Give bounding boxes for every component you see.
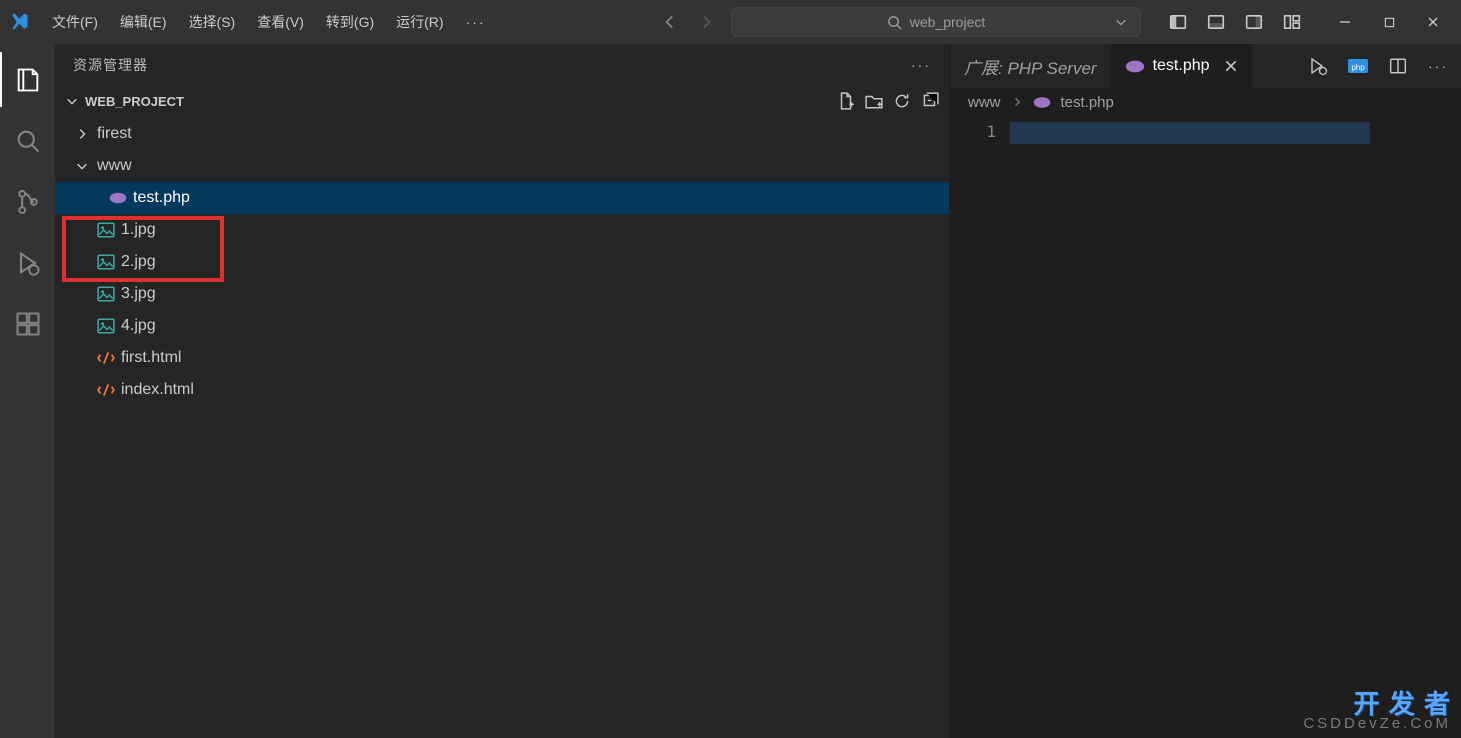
php-file-icon — [109, 189, 127, 207]
search-placeholder-text: web_project — [910, 14, 986, 30]
nav-arrows — [653, 7, 723, 37]
activity-run-debug-icon[interactable] — [0, 235, 55, 290]
html-file-icon — [97, 349, 115, 367]
chevron-down-icon — [1114, 15, 1128, 29]
menu-file[interactable]: 文件(F) — [42, 6, 108, 38]
image-file-icon — [97, 221, 115, 239]
window-maximize-icon[interactable] — [1367, 6, 1411, 38]
window-controls — [1323, 6, 1455, 38]
activity-extensions-icon[interactable] — [0, 296, 55, 351]
explorer-sidebar: 资源管理器 ··· WEB_PROJECT firest — [55, 44, 950, 738]
layout-controls — [1161, 7, 1309, 37]
file-test-php[interactable]: test.php — [55, 182, 949, 214]
editor-body[interactable]: 1 — [950, 116, 1461, 738]
toggle-panel-icon[interactable] — [1199, 7, 1233, 37]
selection-highlight — [1010, 122, 1370, 144]
customize-layout-icon[interactable] — [1275, 7, 1309, 37]
breadcrumb-file[interactable]: test.php — [1061, 94, 1114, 111]
explorer-title: 资源管理器 — [73, 55, 148, 75]
tab-label: test.php — [1153, 57, 1210, 75]
tree-label: 4.jpg — [121, 317, 156, 335]
editor-group: 广展: PHP Server test.php php — [950, 44, 1461, 738]
tree-label: first.html — [121, 349, 181, 367]
line-number: 1 — [950, 122, 996, 141]
split-editor-icon[interactable] — [1381, 49, 1415, 83]
folder-firest[interactable]: firest — [55, 118, 949, 150]
file-2-jpg[interactable]: 2.jpg — [55, 246, 949, 278]
html-file-icon — [97, 381, 115, 399]
folder-www[interactable]: www — [55, 150, 949, 182]
activity-source-control-icon[interactable] — [0, 174, 55, 229]
activity-bar — [0, 44, 55, 738]
new-folder-icon[interactable] — [865, 92, 883, 110]
tree-label: 3.jpg — [121, 285, 156, 303]
menu-goto[interactable]: 转到(G) — [316, 6, 384, 38]
menu-bar: 文件(F) 编辑(E) 选择(S) 查看(V) 转到(G) 运行(R) ··· — [42, 6, 496, 38]
menu-overflow[interactable]: ··· — [456, 8, 496, 36]
file-1-jpg[interactable]: 1.jpg — [55, 214, 949, 246]
tree-label: 2.jpg — [121, 253, 156, 271]
menu-edit[interactable]: 编辑(E) — [110, 6, 177, 38]
file-tree: firest www test.php 1.jpg — [55, 116, 949, 406]
tree-label: test.php — [133, 189, 190, 207]
tree-label: firest — [97, 125, 132, 143]
tree-label: 1.jpg — [121, 221, 156, 239]
window-close-icon[interactable] — [1411, 6, 1455, 38]
file-first-html[interactable]: first.html — [55, 342, 949, 374]
explorer-more-icon[interactable]: ··· — [911, 57, 931, 73]
tab-test-php[interactable]: test.php — [1111, 44, 1253, 88]
chevron-right-icon — [75, 127, 91, 141]
chevron-down-icon — [65, 94, 81, 108]
refresh-icon[interactable] — [893, 92, 911, 110]
tab-close-icon[interactable] — [1224, 59, 1238, 73]
title-bar: 文件(F) 编辑(E) 选择(S) 查看(V) 转到(G) 运行(R) ··· … — [0, 0, 1461, 44]
editor-tabs: 广展: PHP Server test.php php — [950, 44, 1461, 88]
nav-back-icon[interactable] — [653, 7, 687, 37]
vscode-app-icon — [6, 12, 34, 32]
php-file-icon — [1125, 59, 1145, 74]
run-debug-icon[interactable] — [1301, 49, 1335, 83]
tree-label: index.html — [121, 381, 194, 399]
image-file-icon — [97, 317, 115, 335]
breadcrumb[interactable]: www test.php — [950, 88, 1461, 116]
menu-select[interactable]: 选择(S) — [179, 6, 246, 38]
command-center-search[interactable]: web_project — [731, 7, 1141, 37]
image-file-icon — [97, 285, 115, 303]
search-icon — [887, 15, 902, 30]
php-file-icon — [1033, 96, 1051, 109]
collapse-all-icon[interactable] — [921, 92, 939, 110]
extension-tab-label[interactable]: 广展: PHP Server — [950, 44, 1111, 88]
menu-view[interactable]: 查看(V) — [247, 6, 314, 38]
tree-label: www — [97, 157, 132, 175]
activity-search-icon[interactable] — [0, 113, 55, 168]
breadcrumb-www[interactable]: www — [968, 94, 1001, 111]
line-number-gutter: 1 — [950, 116, 1010, 738]
project-name: WEB_PROJECT — [85, 94, 184, 109]
svg-text:php: php — [1351, 63, 1365, 72]
toggle-primary-sidebar-icon[interactable] — [1161, 7, 1195, 37]
file-3-jpg[interactable]: 3.jpg — [55, 278, 949, 310]
project-header[interactable]: WEB_PROJECT — [55, 86, 949, 116]
file-4-jpg[interactable]: 4.jpg — [55, 310, 949, 342]
menu-run[interactable]: 运行(R) — [386, 6, 453, 38]
nav-forward-icon[interactable] — [689, 7, 723, 37]
explorer-header: 资源管理器 ··· — [55, 44, 949, 86]
toggle-secondary-sidebar-icon[interactable] — [1237, 7, 1271, 37]
new-file-icon[interactable] — [837, 92, 855, 110]
php-run-icon[interactable]: php — [1341, 49, 1375, 83]
activity-explorer-icon[interactable] — [0, 52, 55, 107]
window-minimize-icon[interactable] — [1323, 6, 1367, 38]
editor-more-icon[interactable]: ··· — [1421, 49, 1455, 83]
image-file-icon — [97, 253, 115, 271]
code-area[interactable] — [1010, 116, 1461, 738]
chevron-right-icon — [1011, 96, 1023, 108]
chevron-down-icon — [75, 159, 91, 173]
file-index-html[interactable]: index.html — [55, 374, 949, 406]
